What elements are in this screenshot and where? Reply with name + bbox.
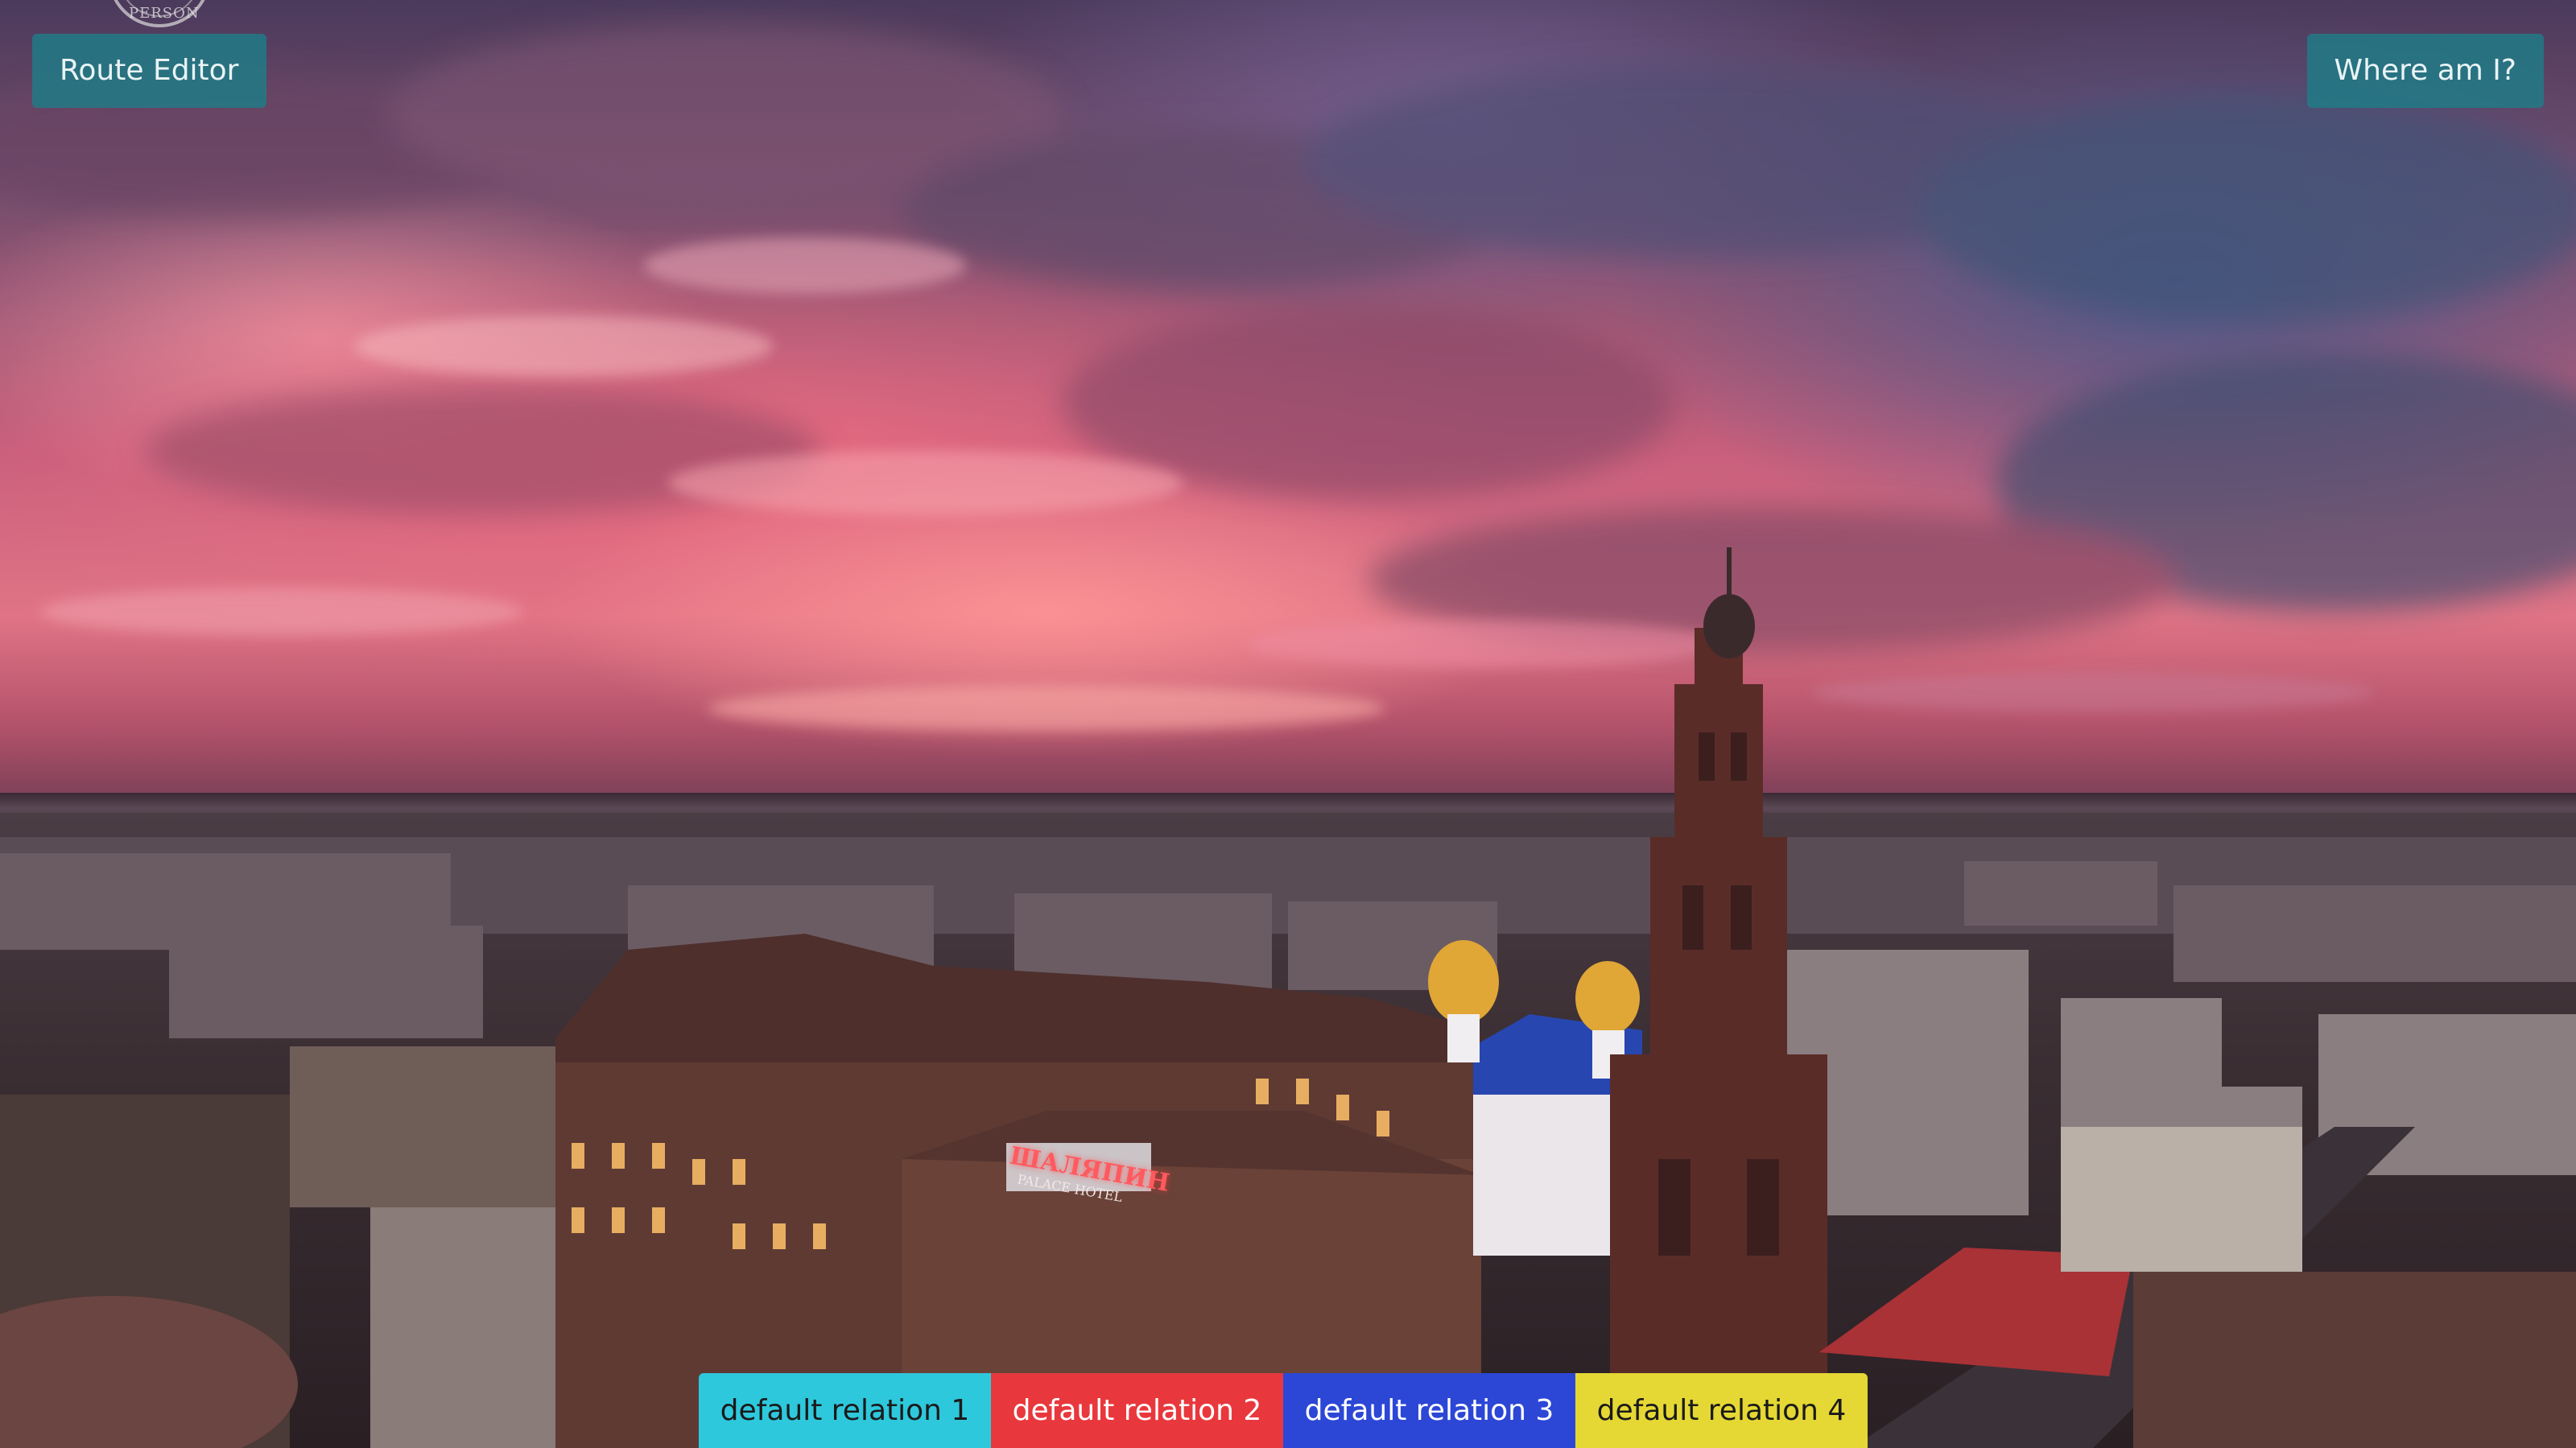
where-am-i-button[interactable]: Where am I? [2306,34,2544,108]
relation-button-1[interactable]: default relation 1 [699,1373,991,1448]
city-skyline [0,547,2576,1448]
logo-text: PERSON [129,5,200,22]
relation-button-2[interactable]: default relation 2 [991,1373,1283,1448]
relation-button-4[interactable]: default relation 4 [1575,1373,1868,1448]
map-view: ШАЛЯПИН PALACE HOTEL PERSON Route Editor… [0,0,2576,1448]
route-editor-button[interactable]: Route Editor [32,34,266,108]
relation-button-3[interactable]: default relation 3 [1283,1373,1575,1448]
relation-button-bar: default relation 1 default relation 2 de… [699,1373,1868,1448]
